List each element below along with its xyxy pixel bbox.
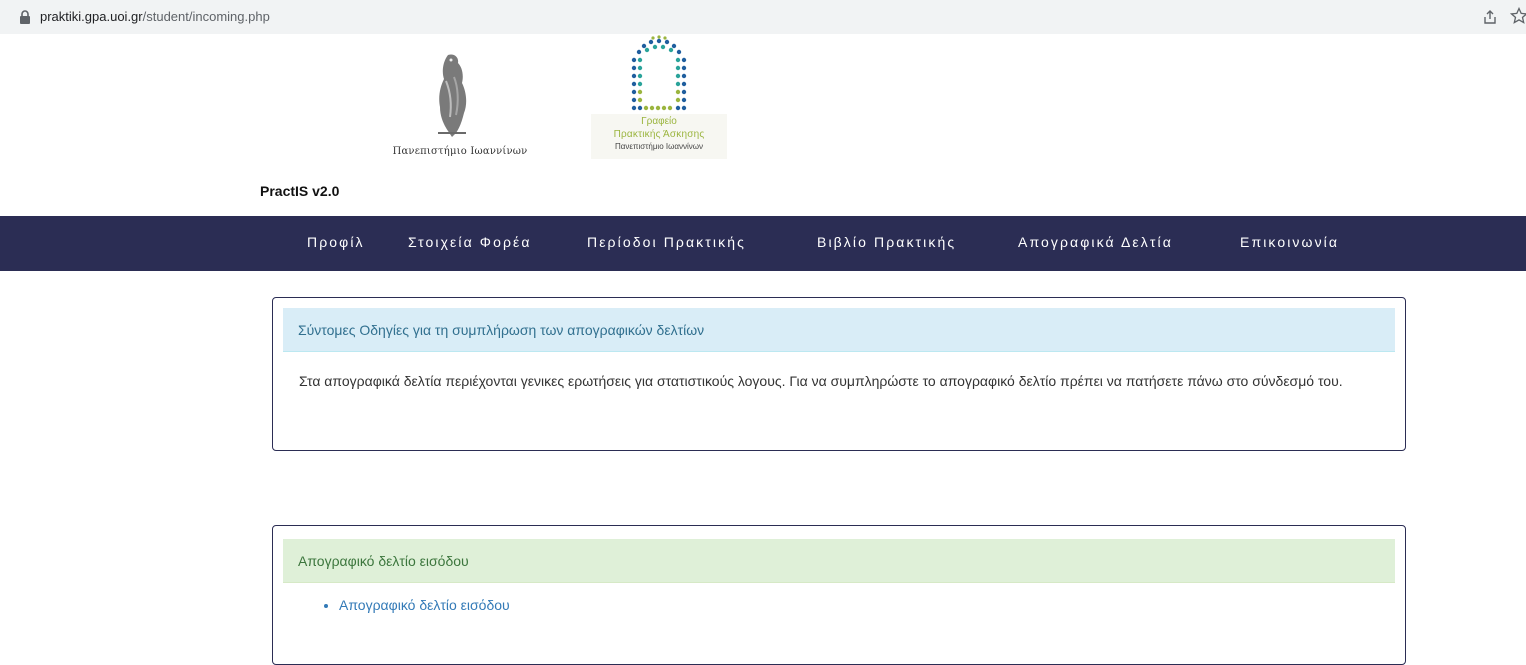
nav-item-organization[interactable]: Στοιχεία Φορέα — [408, 234, 532, 250]
incoming-form-link[interactable]: Απογραφικό δελτίο εισόδου — [339, 597, 510, 613]
instructions-panel: Σύντομες Οδηγίες για τη συμπλήρωση των α… — [272, 297, 1406, 451]
arch-dots-icon — [631, 35, 687, 111]
logo-text-line3: Πανεπιστήμιο Ιωαννίνων — [615, 142, 703, 151]
main-navbar: Προφίλ Στοιχεία Φορέα Περίοδοι Πρακτικής… — [0, 216, 1526, 271]
share-icon[interactable] — [1482, 9, 1498, 25]
nav-item-practice-book[interactable]: Βιβλίο Πρακτικής — [817, 234, 956, 250]
nav-item-census-forms[interactable]: Απογραφικά Δελτία — [1018, 234, 1173, 250]
incoming-form-panel-heading: Απογραφικό δελτίο εισόδου — [283, 539, 1395, 583]
nav-item-practice-periods[interactable]: Περίοδοι Πρακτικής — [587, 234, 746, 250]
university-name: Πανεπιστήμιο Ιωαννίνων — [392, 146, 528, 157]
instructions-panel-body: Στα απογραφικά δελτία περιέχονται γενικε… — [299, 373, 1343, 389]
incoming-form-list: Απογραφικό δελτίο εισόδου — [339, 597, 510, 613]
list-item: Απογραφικό δελτίο εισόδου — [339, 597, 510, 613]
logo-text-line1: Γραφείο — [641, 116, 677, 127]
practice-office-logo[interactable]: Γραφείο Πρακτικής Άσκησης Πανεπιστήμιο Ι… — [591, 34, 727, 162]
lock-icon[interactable] — [18, 10, 32, 24]
site-header: Πανεπιστήμιο Ιωαννίνων Γραφείο Πρακτικής… — [0, 34, 1526, 216]
url-text[interactable]: praktiki.gpa.uoi.gr/student/incoming.php — [40, 9, 270, 24]
instructions-panel-heading: Σύντομες Οδηγίες για τη συμπλήρωση των α… — [283, 308, 1395, 352]
nav-item-profile[interactable]: Προφίλ — [307, 234, 365, 250]
university-logo[interactable]: Πανεπιστήμιο Ιωαννίνων — [380, 48, 540, 168]
owl-emblem-icon — [438, 54, 467, 138]
app-title: PractIS v2.0 — [260, 183, 340, 199]
incoming-form-panel: Απογραφικό δελτίο εισόδου Απογραφικό δελ… — [272, 525, 1406, 665]
star-icon[interactable] — [1510, 7, 1526, 25]
nav-item-contact[interactable]: Επικοινωνία — [1240, 234, 1339, 250]
browser-address-bar[interactable]: praktiki.gpa.uoi.gr/student/incoming.php — [0, 0, 1526, 34]
logo-text-line2: Πρακτικής Άσκησης — [613, 129, 705, 140]
url-path: /student/incoming.php — [142, 9, 270, 24]
url-domain: praktiki.gpa.uoi.gr — [40, 9, 143, 24]
